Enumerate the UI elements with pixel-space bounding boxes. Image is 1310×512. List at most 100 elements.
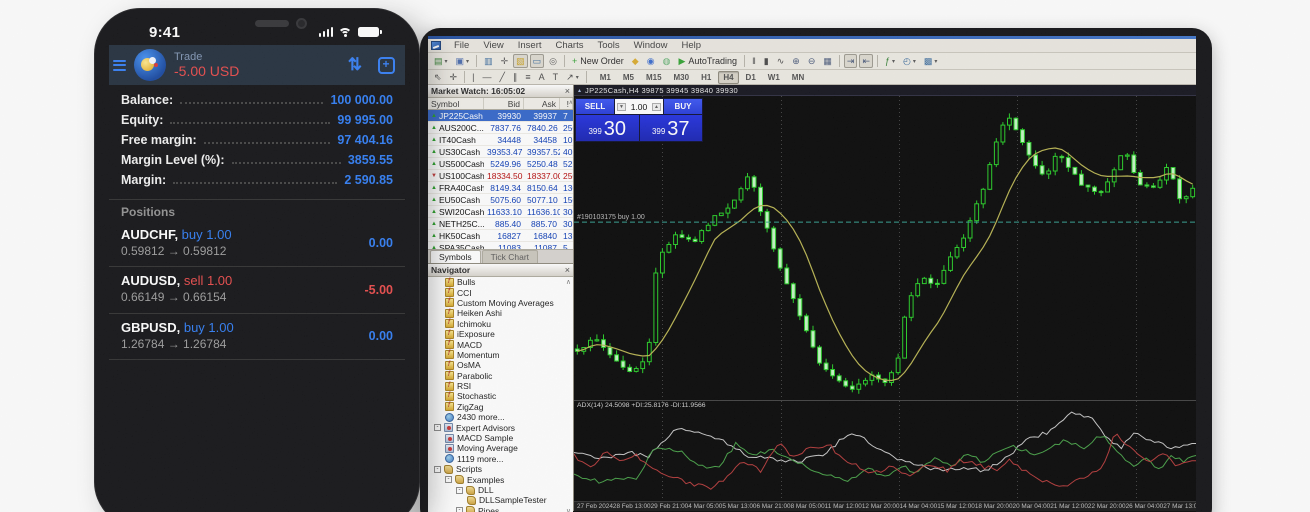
zoom-out-button[interactable]: ⊖	[805, 54, 819, 68]
profiles-button[interactable]: ▣▾	[453, 54, 473, 68]
expander-icon[interactable]: -	[456, 487, 463, 494]
tree-item-macd-sample[interactable]: MACD Sample	[428, 433, 573, 443]
column-header-ask[interactable]: Ask	[524, 98, 560, 109]
tree-item-macd[interactable]: MACD	[428, 339, 573, 349]
navigator-titlebar[interactable]: Navigator ×	[428, 264, 573, 277]
tree-item-pipes[interactable]: -Pipes	[428, 506, 573, 512]
text-button[interactable]: A	[536, 70, 548, 84]
arrows-button[interactable]: ↗▾	[563, 70, 582, 84]
chart-shift-button[interactable]: ⇤	[859, 54, 873, 68]
terminal-toggle-button[interactable]: ▭	[530, 54, 545, 68]
navigator-toggle-button[interactable]: ▧	[513, 54, 528, 68]
tree-item-expert-advisors[interactable]: -Expert Advisors	[428, 422, 573, 432]
new-order-icon[interactable]	[378, 57, 395, 74]
candlestick-chart[interactable]: #190103175 buy 1.00 SELL ▼ 1.00 ▲ BUY	[574, 96, 1196, 400]
timeframe-d1[interactable]: D1	[741, 71, 761, 84]
close-icon[interactable]: ×	[565, 87, 570, 96]
hamburger-menu-icon[interactable]	[113, 60, 126, 71]
horizontal-line-button[interactable]: —	[479, 70, 494, 84]
autotrading-button[interactable]: ▶AutoTrading	[675, 54, 740, 68]
timeframe-mn[interactable]: MN	[787, 71, 809, 84]
timeframe-m30[interactable]: M30	[669, 71, 695, 84]
text-label-button[interactable]: T	[550, 70, 562, 84]
tree-item-custom-moving-averages[interactable]: Custom Moving Averages	[428, 298, 573, 308]
fibonacci-button[interactable]: ≡	[522, 70, 533, 84]
expander-icon[interactable]: -	[445, 476, 452, 483]
tree-item-iexposure[interactable]: iExposure	[428, 329, 573, 339]
scroll-down-icon[interactable]: ∨	[566, 507, 571, 512]
menu-view[interactable]: View	[476, 40, 510, 51]
adx-indicator-pane[interactable]: ADX(14) 24.5098 +DI:25.8176 -DI:11.9566	[574, 400, 1196, 501]
tree-item-momentum[interactable]: Momentum	[428, 350, 573, 360]
market-watch-row[interactable]: ▲SWI20Cash11633.1011636.10300	[428, 206, 573, 218]
tree-item-zigzag[interactable]: ZigZag	[428, 402, 573, 412]
sell-button[interactable]: SELL	[576, 99, 614, 114]
position-row[interactable]: GBPUSD, buy 1.001.26784 → 1.267840.00	[109, 314, 405, 360]
market-button[interactable]: ◍	[660, 54, 674, 68]
menu-tools[interactable]: Tools	[590, 40, 626, 51]
sell-price[interactable]: 399 30	[576, 115, 639, 141]
volume-down-icon[interactable]: ▼	[617, 103, 626, 111]
tree-item-moving-average[interactable]: Moving Average	[428, 443, 573, 453]
bars-mode-button[interactable]: ‖	[749, 54, 759, 68]
market-watch-row[interactable]: ▲HK50Cash168271684013	[428, 230, 573, 242]
volume-up-icon[interactable]: ▲	[652, 103, 661, 111]
timeframe-h1[interactable]: H1	[696, 71, 716, 84]
expander-icon[interactable]: -	[434, 424, 441, 431]
column-header-bid[interactable]: Bid	[484, 98, 524, 109]
market-watch-row[interactable]: ▲US30Cash39353.4739357.52405	[428, 146, 573, 158]
timeframe-m1[interactable]: M1	[595, 71, 616, 84]
menu-window[interactable]: Window	[627, 40, 675, 51]
tree-item-dll[interactable]: -DLL	[428, 485, 573, 495]
market-watch-row[interactable]: ▲EU50Cash5075.605077.10150	[428, 194, 573, 206]
templates-button[interactable]: ▩▾	[921, 54, 941, 68]
tab-tick-chart[interactable]: Tick Chart	[482, 250, 538, 263]
tree-item-examples[interactable]: -Examples	[428, 474, 573, 484]
sort-transfer-icon[interactable]: ⇅	[348, 55, 362, 75]
tree-item-cci[interactable]: CCI	[428, 287, 573, 297]
expander-icon[interactable]: -	[456, 507, 463, 512]
menu-file[interactable]: File	[447, 40, 476, 51]
tree-item-1119-more-[interactable]: 1119 more...	[428, 454, 573, 464]
market-watch-toggle-button[interactable]: ▥	[481, 54, 496, 68]
market-watch-row[interactable]: ▲SPA35Cash11083110875	[428, 242, 573, 249]
community-button[interactable]: ◉	[644, 54, 658, 68]
menu-insert[interactable]: Insert	[511, 40, 549, 51]
market-watch-row[interactable]: ▼US100Cash18334.5018337.00250	[428, 170, 573, 182]
column-header-symbol[interactable]: Symbol	[428, 98, 484, 109]
volume-stepper[interactable]: ▼ 1.00 ▲	[615, 99, 663, 114]
tree-item-parabolic[interactable]: Parabolic	[428, 371, 573, 381]
close-icon[interactable]: ×	[565, 266, 570, 275]
trendline-button[interactable]: ╱	[496, 70, 507, 84]
equidistant-channel-button[interactable]: ∥	[510, 70, 521, 84]
tree-item-dllsampletester[interactable]: DLLSampleTester	[428, 495, 573, 505]
market-watch-header[interactable]: SymbolBidAsk!∧	[428, 98, 573, 110]
timeframe-m15[interactable]: M15	[641, 71, 667, 84]
volume-value[interactable]: 1.00	[631, 102, 648, 112]
tree-item-bulls[interactable]: Bulls	[428, 277, 573, 287]
tree-item-stochastic[interactable]: Stochastic	[428, 391, 573, 401]
market-watch-row[interactable]: ▲IT40Cash344483445810	[428, 134, 573, 146]
tree-item-2430-more-[interactable]: 2430 more...	[428, 412, 573, 422]
market-watch-titlebar[interactable]: Market Watch: 16:05:02 ×	[428, 85, 573, 98]
position-row[interactable]: AUDCHF, buy 1.000.59812 → 0.598120.00	[109, 221, 405, 267]
tree-item-ichimoku[interactable]: Ichimoku	[428, 319, 573, 329]
market-watch-row[interactable]: ▲AUS200C...7837.767840.26250	[428, 122, 573, 134]
timeframe-m5[interactable]: M5	[618, 71, 639, 84]
scroll-up-icon[interactable]: ∧	[569, 99, 573, 106]
data-window-button[interactable]: ✛	[498, 54, 512, 68]
new-order-button[interactable]: +New Order	[569, 54, 627, 68]
metaeditor-button[interactable]: ◆	[629, 54, 642, 68]
menu-charts[interactable]: Charts	[549, 40, 591, 51]
tree-item-rsi[interactable]: RSI	[428, 381, 573, 391]
periods-list-button[interactable]: ◴▾	[900, 54, 919, 68]
candles-mode-button[interactable]: ▮	[761, 54, 772, 68]
vertical-line-button[interactable]: |	[469, 70, 477, 84]
market-watch-row[interactable]: ▲JP225Cash39930399377	[428, 110, 573, 122]
strategy-tester-button[interactable]: ◎	[546, 54, 560, 68]
tree-item-scripts[interactable]: -Scripts	[428, 464, 573, 474]
tree-item-heiken-ashi[interactable]: Heiken Ashi	[428, 308, 573, 318]
market-watch-row[interactable]: ▲FRA40Cash8149.348150.64130	[428, 182, 573, 194]
menu-help[interactable]: Help	[674, 40, 708, 51]
market-watch-row[interactable]: ▲NETH25C...885.40885.7030	[428, 218, 573, 230]
